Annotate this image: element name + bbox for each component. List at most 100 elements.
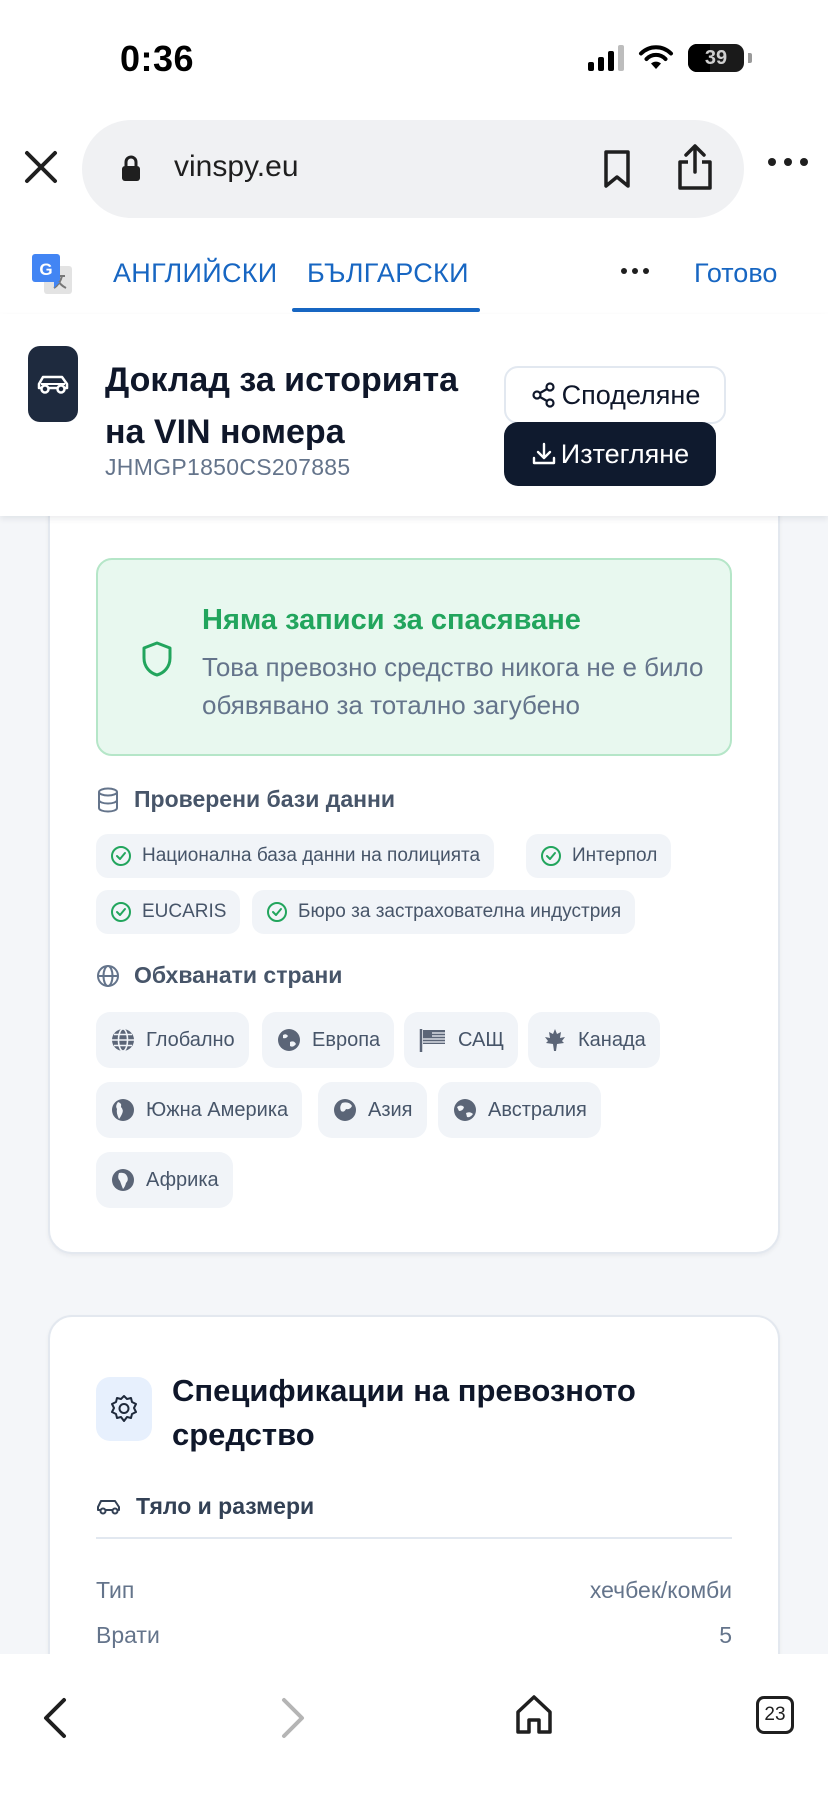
download-report-label: Изтегляне <box>560 438 690 469</box>
country-chip-label: Африка <box>146 1168 219 1191</box>
database-chip-label: Бюро за застрахователна индустрия <box>298 901 622 922</box>
browser-bottom-bar: 23 <box>0 1654 828 1800</box>
country-chip-label: Азия <box>368 1098 413 1121</box>
country-chip-label: Глобално <box>146 1028 235 1051</box>
bookmark-icon[interactable] <box>594 146 640 192</box>
database-chip: Национална база данни на полицията <box>96 834 495 878</box>
country-chip-label: САЩ <box>458 1028 505 1051</box>
close-icon[interactable] <box>22 148 60 186</box>
theft-salvage-card: Няма записи за спасяване Това превозно с… <box>48 470 780 1254</box>
globe-icon <box>97 964 119 987</box>
country-chip: Южна Америка <box>96 1082 303 1138</box>
country-chip: Австралия <box>438 1082 601 1138</box>
spec-row: Тип хечбек/комби <box>96 1577 732 1604</box>
database-chip: EUCARIS <box>96 890 241 934</box>
country-chip: Азия <box>318 1082 427 1138</box>
car-icon <box>37 375 69 394</box>
shield-icon <box>142 641 172 677</box>
svg-text:G: G <box>39 260 52 279</box>
checked-databases-heading: Проверени бази данни <box>96 786 395 813</box>
translate-more-icon[interactable] <box>620 266 650 276</box>
specs-icon-box <box>96 1377 152 1441</box>
vin-number: JHMGP1850CS207885 <box>105 454 351 480</box>
check-circle-icon <box>111 846 131 866</box>
status-bar: 0:36 39 <box>0 0 828 110</box>
tabs-button[interactable]: 23 <box>756 1696 794 1734</box>
battery-level: 39 <box>704 46 728 69</box>
spec-row: Врати 5 <box>96 1622 732 1649</box>
cellular-signal-icon <box>588 45 624 71</box>
spec-label: Врати <box>96 1622 160 1648</box>
spec-label: Тип <box>96 1577 135 1603</box>
status-time: 0:36 <box>120 38 195 79</box>
spec-value: 5 <box>719 1622 732 1648</box>
google-translate-icon: G <box>32 254 72 294</box>
gear-icon <box>111 1395 137 1422</box>
tab-target-language[interactable]: БЪЛГАРСКИ <box>307 258 469 289</box>
body-dimensions-label: Тяло и размери <box>136 1493 315 1519</box>
forward-icon[interactable] <box>276 1694 312 1742</box>
more-options-icon[interactable] <box>766 154 810 170</box>
tab-count: 23 <box>764 1704 786 1725</box>
body-dimensions-heading: Тяло и размери <box>96 1493 314 1520</box>
home-icon[interactable] <box>514 1692 554 1736</box>
database-chip: Интерпол <box>526 834 672 878</box>
country-chip-label: Канада <box>578 1028 646 1051</box>
wifi-icon <box>639 45 673 69</box>
status-icons: 39 <box>588 44 752 72</box>
country-chip: САЩ <box>404 1012 519 1068</box>
specs-title: Спецификации на превозното средство <box>172 1373 636 1452</box>
database-chip-label: EUCARIS <box>142 901 227 922</box>
covered-countries-heading: Обхванати страни <box>96 962 342 989</box>
divider <box>96 1537 732 1539</box>
lock-icon <box>122 155 140 181</box>
active-tab-indicator <box>292 308 480 312</box>
download-icon <box>532 442 555 465</box>
url-text: vinspy.eu <box>174 150 299 183</box>
share-icon[interactable] <box>670 140 720 194</box>
report-header: Доклад за историята на VIN номера JHMGP1… <box>0 314 828 516</box>
checked-databases-label: Проверени бази данни <box>134 786 396 812</box>
globe-americas-icon <box>112 1099 134 1121</box>
country-chip: Канада <box>528 1012 660 1068</box>
database-icon <box>98 787 118 813</box>
salvage-status-box: Няма записи за спасяване Това превозно с… <box>96 558 732 756</box>
battery-cap <box>748 53 752 63</box>
covered-countries-label: Обхванати страни <box>134 962 343 988</box>
country-chip-label: Южна Америка <box>146 1098 289 1121</box>
database-chip-label: Национална база данни на полицията <box>142 845 481 866</box>
database-chip: Бюро за застрахователна индустрия <box>252 890 636 934</box>
globe-africa-icon <box>112 1169 134 1191</box>
share-report-label: Споделяне <box>561 379 701 410</box>
salvage-title: Няма записи за спасяване <box>202 604 581 636</box>
country-chip: Африка <box>96 1152 233 1208</box>
translate-bar: G АНГЛИЙСКИ БЪЛГАРСКИ Готово <box>0 228 828 314</box>
country-chip: Глобално <box>96 1012 249 1068</box>
globe-oceania-icon <box>454 1099 476 1121</box>
maple-leaf-icon <box>545 1029 565 1051</box>
database-chip-label: Интерпол <box>572 845 658 866</box>
browser-toolbar: vinspy.eu <box>0 110 828 228</box>
check-circle-icon <box>111 902 131 922</box>
share-nodes-icon <box>532 382 555 408</box>
country-chip-label: Европа <box>312 1028 381 1051</box>
site-logo[interactable] <box>28 346 78 422</box>
check-circle-icon <box>541 846 561 866</box>
country-chip-label: Австралия <box>488 1098 587 1121</box>
page-title: Доклад за историята на VIN номера <box>105 361 459 451</box>
country-chip: Европа <box>262 1012 395 1068</box>
address-bar[interactable]: vinspy.eu <box>82 120 744 218</box>
spec-value: хечбек/комби <box>589 1577 732 1603</box>
flag-usa-icon <box>419 1029 445 1052</box>
battery-icon: 39 <box>688 44 744 72</box>
download-report-button[interactable]: Изтегляне <box>504 422 716 486</box>
globe-asia-icon <box>334 1099 356 1121</box>
check-circle-icon <box>267 902 287 922</box>
salvage-description: Това превозно средство никога не е било … <box>202 652 704 720</box>
back-icon[interactable] <box>36 1694 72 1742</box>
globe-europe-icon <box>278 1029 300 1051</box>
globe-icon <box>112 1028 134 1052</box>
tab-source-language[interactable]: АНГЛИЙСКИ <box>113 258 277 289</box>
share-report-button[interactable]: Споделяне <box>504 366 726 424</box>
translate-done-button[interactable]: Готово <box>694 258 777 289</box>
